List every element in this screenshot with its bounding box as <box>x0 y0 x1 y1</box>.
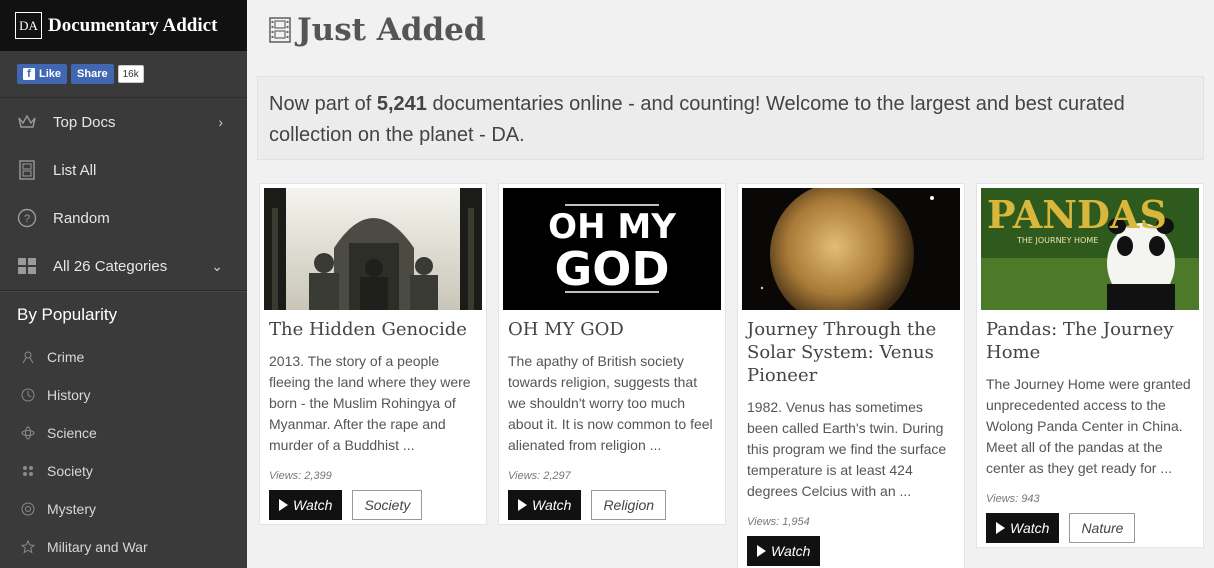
play-icon <box>279 499 288 511</box>
doc-count: 5,241 <box>376 93 427 115</box>
main-nav: Top Docs › List All ? Random All 26 Cate… <box>0 98 247 291</box>
social-bar: f Like Share 16k <box>0 51 247 98</box>
card-description: The Journey Home were granted unpreceden… <box>986 376 1191 476</box>
svg-text:?: ? <box>24 213 30 225</box>
svg-text:GOD: GOD <box>554 242 669 296</box>
facebook-share-button[interactable]: Share <box>71 64 114 84</box>
history-icon <box>20 387 36 403</box>
watch-label: Watch <box>1010 520 1050 536</box>
thumbnail-image[interactable]: OH MY GOD <box>503 188 721 310</box>
watch-label: Watch <box>771 543 811 559</box>
chevron-down-icon: ⌄ <box>211 257 223 274</box>
facebook-icon: f <box>23 68 35 80</box>
brand[interactable]: DA Documentary Addict <box>0 0 247 51</box>
share-count: 16k <box>117 65 144 83</box>
card-title[interactable]: Journey Through the Solar System: Venus … <box>747 318 955 387</box>
crime-icon <box>20 349 36 365</box>
sidebar: DA Documentary Addict f Like Share 16k T… <box>0 0 247 568</box>
society-icon <box>20 463 36 479</box>
nav-label: List All <box>53 161 97 179</box>
film-icon <box>17 160 37 180</box>
nav-label: All 26 Categories <box>53 257 168 275</box>
brand-logo[interactable]: DA <box>15 12 42 39</box>
svg-text:OH MY: OH MY <box>548 207 676 247</box>
doc-card: PANDAS THE JOURNEY HOME Pandas: The Jour… <box>976 183 1204 548</box>
watch-label: Watch <box>293 497 333 513</box>
svg-text:THE JOURNEY HOME: THE JOURNEY HOME <box>1016 236 1098 245</box>
page-header: Just Added <box>269 12 486 48</box>
thumbnail-image[interactable] <box>742 188 960 310</box>
intro-prefix: Now part of <box>269 93 377 115</box>
film-icon <box>269 17 291 43</box>
nav-top-docs[interactable]: Top Docs › <box>0 98 247 146</box>
category-mystery[interactable]: Mystery <box>0 490 247 528</box>
category-crime[interactable]: Crime <box>0 338 247 376</box>
chevron-right-icon: › <box>218 114 223 130</box>
nav-label: Random <box>53 209 110 227</box>
category-society[interactable]: Society <box>0 452 247 490</box>
card-description: 2013. The story of a people fleeing the … <box>269 353 471 453</box>
like-label: Like <box>39 68 62 80</box>
thumbnail-image[interactable] <box>264 188 482 310</box>
doc-card: Journey Through the Solar System: Venus … <box>737 183 965 568</box>
by-popularity-title: By Popularity <box>0 291 247 338</box>
share-label: Share <box>77 68 108 80</box>
category-label: History <box>47 387 91 403</box>
nav-list-all[interactable]: List All <box>0 146 247 194</box>
watch-label: Watch <box>532 497 572 513</box>
card-views: Views: 1,954 <box>747 516 810 528</box>
nav-random[interactable]: ? Random <box>0 194 247 242</box>
category-label: Society <box>47 463 93 479</box>
card-views: Views: 943 <box>986 493 1040 505</box>
thumbnail-image[interactable]: PANDAS THE JOURNEY HOME <box>981 188 1199 310</box>
question-icon: ? <box>17 208 37 228</box>
doc-card: The Hidden Genocide 2013. The story of a… <box>259 183 487 525</box>
nav-label: Top Docs <box>53 113 116 131</box>
science-icon <box>20 425 36 441</box>
category-tag[interactable]: Nature <box>1069 513 1136 543</box>
play-icon <box>518 499 527 511</box>
card-description: The apathy of British society towards re… <box>508 353 713 453</box>
card-views: Views: 2,297 <box>508 470 571 482</box>
military-icon <box>20 539 36 555</box>
category-label: Crime <box>47 349 85 365</box>
card-description: 1982. Venus has sometimes been called Ea… <box>747 399 947 499</box>
card-views: Views: 2,399 <box>269 470 332 482</box>
nav-all-categories[interactable]: All 26 Categories ⌄ <box>0 242 247 290</box>
play-icon <box>996 522 1005 534</box>
doc-card: OH MY GOD OH MY GOD The apathy of Britis… <box>498 183 726 525</box>
category-label: Science <box>47 425 97 441</box>
category-history[interactable]: History <box>0 376 247 414</box>
card-title[interactable]: Pandas: The Journey Home <box>986 318 1194 364</box>
watch-button[interactable]: Watch <box>986 513 1060 543</box>
intro-banner: Now part of 5,241 documentaries online -… <box>257 76 1204 160</box>
brand-name[interactable]: Documentary Addict <box>48 15 217 37</box>
category-science[interactable]: Science <box>0 414 247 452</box>
main-content: Just Added Now part of 5,241 documentari… <box>247 0 1214 568</box>
category-label: Military and War <box>47 539 148 555</box>
watch-button[interactable]: Watch <box>747 536 821 566</box>
crown-icon <box>17 112 37 132</box>
card-title[interactable]: OH MY GOD <box>508 318 716 341</box>
watch-button[interactable]: Watch <box>269 490 343 520</box>
mystery-icon <box>20 501 36 517</box>
category-label: Mystery <box>47 501 96 517</box>
category-military[interactable]: Military and War <box>0 528 247 566</box>
watch-button[interactable]: Watch <box>508 490 582 520</box>
grid-icon <box>17 256 37 276</box>
play-icon <box>757 545 766 557</box>
card-title[interactable]: The Hidden Genocide <box>269 318 477 341</box>
page-title: Just Added <box>297 12 486 48</box>
facebook-like-button[interactable]: f Like <box>17 64 68 84</box>
category-tag[interactable]: Society <box>352 490 423 520</box>
svg-text:PANDAS: PANDAS <box>987 192 1167 237</box>
category-tag[interactable]: Religion <box>591 490 667 520</box>
